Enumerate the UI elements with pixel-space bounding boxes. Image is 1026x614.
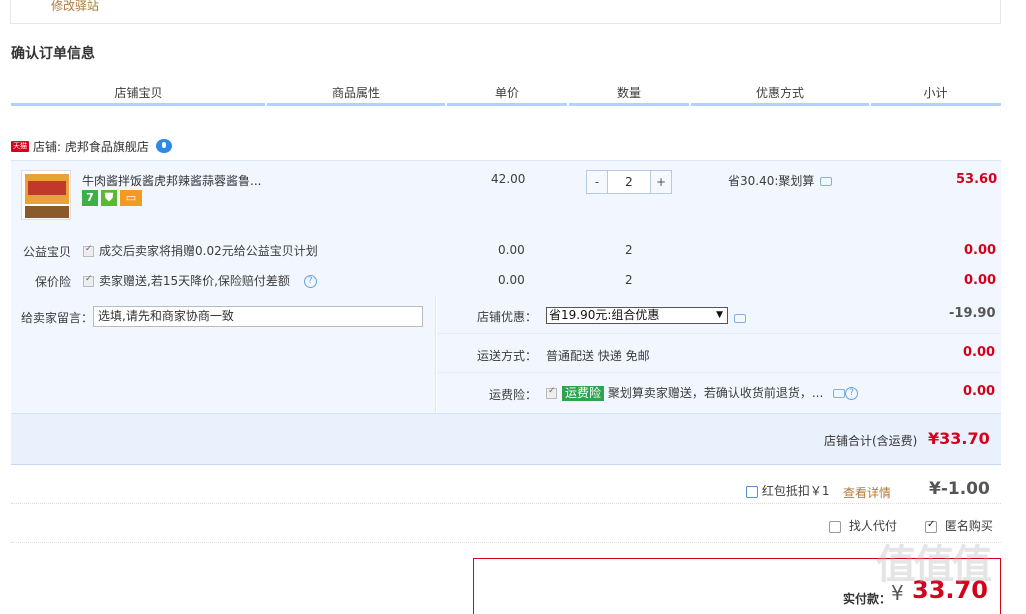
credit-card-icon: ▭ (120, 190, 142, 206)
col-attributes: 商品属性 (331, 86, 380, 100)
freight-insurance-text: 聚划算卖家赠送，若确认收货前退货，... (607, 386, 824, 400)
freight-insurance-label: 运费险： (489, 388, 538, 402)
shop-row: 天猫 店铺: 虎邦食品旗舰店 (11, 136, 172, 156)
item-block: 牛肉酱拌饭酱虎邦辣酱蒜蓉酱鲁... 7 ⛊ ▭ 42.00 - 2 + 省30.… (11, 160, 1001, 295)
insurance-price: 0.00 (498, 273, 525, 287)
redpacket-details-link[interactable]: 查看详情 (843, 484, 891, 501)
order-options: 给卖家留言： 选填,请先和商家协商一致 店铺优惠： 省19.90元:组合优惠 ▼ … (11, 295, 1001, 413)
insurance-checkbox[interactable] (83, 274, 94, 287)
help-icon[interactable]: ? (303, 275, 317, 288)
seller-message-input[interactable]: 选填,请先和商家协商一致 (93, 306, 423, 327)
redpacket-row: 红包抵扣￥1 (746, 482, 829, 499)
insurance-label: 保价险 (35, 275, 72, 289)
col-subtotal: 小计 (923, 86, 948, 100)
item-subtotal: 53.60 (956, 172, 998, 187)
col-quantity: 数量 (616, 86, 641, 100)
shop-discount-label: 店铺优惠： (477, 310, 538, 324)
charity-qty: 2 (625, 243, 633, 257)
shop-total-row: 店铺合计(含运费) ¥33.70 (11, 413, 1001, 465)
charity-price: 0.00 (498, 243, 525, 257)
shop-name[interactable]: 店铺: 虎邦食品旗舰店 (33, 138, 149, 155)
col-discount: 优惠方式 (755, 86, 804, 100)
charity-checkbox[interactable] (83, 244, 94, 257)
shop-discount-selected: 省19.90元:组合优惠 (549, 308, 660, 322)
message-icon[interactable] (820, 177, 833, 186)
shop-total-amount: ¥33.70 (928, 429, 990, 448)
redpacket-amount: ¥-1.00 (929, 479, 990, 499)
page-title: 确认订单信息 (11, 46, 95, 62)
message-label: 给卖家留言： (21, 311, 94, 325)
message-panel: 给卖家留言： 选填,请先和商家协商一致 (11, 295, 436, 413)
item-price: 42.00 (491, 172, 526, 186)
anonymous-label: 匿名购买 (944, 519, 993, 533)
message-icon[interactable] (734, 314, 746, 323)
delivery-amount: 0.00 (963, 345, 996, 360)
shop-total-label: 店铺合计(含运费) (824, 434, 918, 448)
insurance-text: 卖家赠送,若15天降价,保险赔付差额 (99, 274, 290, 288)
address-box: 修改驿站 (10, 0, 1001, 24)
quantity-stepper: - 2 + (586, 170, 672, 194)
col-unit-price: 单价 (494, 86, 519, 100)
insurance-subtotal: 0.00 (964, 273, 997, 288)
chat-icon[interactable] (155, 139, 172, 153)
charity-text: 成交后卖家将捐赠0.02元给公益宝贝计划 (99, 244, 318, 258)
guarantee-icon: ⛊ (101, 190, 117, 206)
delivery-label: 运送方式： (477, 349, 538, 363)
service-badges: 7 ⛊ ▭ (82, 190, 142, 206)
freight-insurance-tag: 运费险 (562, 386, 605, 401)
shop-discount-select[interactable]: 省19.90元:组合优惠 ▼ (546, 307, 728, 324)
freight-insurance-amount: 0.00 (963, 384, 996, 399)
redpacket-checkbox[interactable] (746, 485, 758, 498)
charity-subtotal: 0.00 (964, 243, 997, 258)
freight-insurance-row: 运费险 聚划算卖家赠送，若确认收货前退货，... ? (546, 384, 859, 401)
anonymous-checkbox[interactable] (925, 519, 937, 533)
proxy-pay-checkbox[interactable] (829, 520, 841, 533)
charity-row: 成交后卖家将捐赠0.02元给公益宝贝计划 (83, 242, 318, 259)
column-headers: 店铺宝贝 商品属性 单价 数量 优惠方式 小计 (11, 84, 1001, 106)
payment-label: 实付款： (843, 592, 892, 606)
message-icon[interactable] (833, 389, 846, 398)
col-shop-item: 店铺宝贝 (114, 86, 163, 100)
seven-day-return-icon: 7 (82, 190, 98, 206)
delivery-method: 普通配送 快递 免邮 (546, 349, 650, 363)
quantity-input[interactable]: 2 (607, 171, 651, 193)
freight-insurance-checkbox[interactable] (546, 386, 557, 399)
item-discount-text: 省30.40:聚划算 (728, 174, 815, 188)
watermark: 值值值 (876, 542, 992, 588)
qty-minus-button[interactable]: - (587, 171, 607, 193)
modify-station-link[interactable]: 修改驿站 (51, 0, 99, 14)
charity-label: 公益宝贝 (23, 245, 72, 259)
insurance-qty: 2 (625, 273, 633, 287)
tmall-icon: 天猫 (11, 140, 29, 152)
redpacket-label: 红包抵扣￥1 (761, 484, 830, 498)
proxy-pay-label: 找人代付 (848, 519, 897, 533)
insurance-row: 卖家赠送,若15天降价,保险赔付差额 ? (83, 272, 317, 289)
item-name[interactable]: 牛肉酱拌饭酱虎邦辣酱蒜蓉酱鲁... (82, 172, 261, 189)
product-thumbnail[interactable] (21, 170, 71, 220)
shop-discount-amount: -19.90 (949, 306, 996, 321)
dropdown-arrow-icon: ▼ (716, 310, 723, 320)
help-icon[interactable]: ? (845, 387, 859, 400)
qty-plus-button[interactable]: + (651, 171, 671, 193)
item-discount: 省30.40:聚划算 (728, 172, 833, 189)
